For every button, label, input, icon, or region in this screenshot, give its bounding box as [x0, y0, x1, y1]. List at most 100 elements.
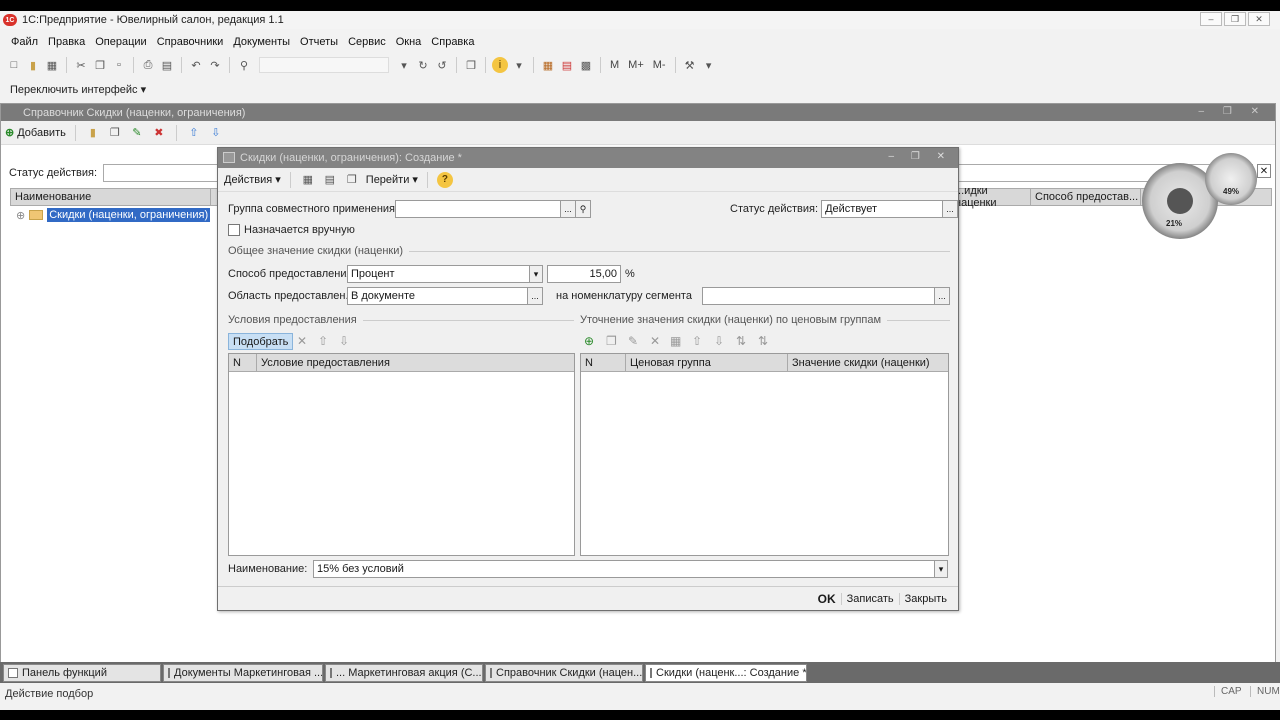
ellipsis-icon[interactable]: ... — [560, 200, 576, 218]
pick-button[interactable]: Подобрать — [228, 333, 294, 350]
method-select[interactable]: Процент — [347, 265, 530, 283]
ok-button[interactable]: OK — [813, 592, 841, 606]
move-down-icon[interactable]: ⇩ — [208, 125, 224, 141]
save-icon[interactable]: ▦ — [44, 57, 60, 73]
constants-icon[interactable]: ▩ — [578, 57, 594, 73]
memory-minus-button[interactable]: M- — [650, 59, 669, 71]
conditions-col-condition[interactable]: Условие предоставления — [257, 354, 574, 371]
column-discount-header[interactable]: ...идки наценки — [951, 185, 1031, 209]
find-prev-icon[interactable]: ↺ — [434, 57, 450, 73]
info-icon[interactable]: i — [492, 57, 508, 73]
undo-icon[interactable]: ↶ — [188, 57, 204, 73]
calendar-icon[interactable]: ▤ — [559, 57, 575, 73]
ellipsis-icon[interactable]: ... — [527, 287, 543, 305]
goto-menu[interactable]: Перейти ▾ — [366, 173, 418, 186]
close-button[interactable]: Закрыть — [898, 592, 952, 605]
window-controls-icon[interactable]: – ❐ ✕ — [1199, 106, 1267, 117]
move-down-icon[interactable]: ⇩ — [339, 334, 349, 348]
close-icon[interactable]: ✕ — [1248, 12, 1270, 26]
price-groups-table[interactable]: N Ценовая группа Значение скидки (наценк… — [580, 353, 949, 556]
menu-windows[interactable]: Окна — [391, 36, 427, 48]
task-marketing-action[interactable]: ... Маркетинговая акция (С... — [325, 663, 483, 682]
paste-icon[interactable]: ▫ — [111, 57, 127, 73]
expand-icon[interactable]: ⊕ — [16, 209, 25, 222]
goto-icon[interactable]: ❐ — [344, 172, 360, 188]
copy-row-icon[interactable]: ❐ — [606, 334, 617, 348]
dropdown-arrow-icon[interactable]: ▾ — [396, 57, 412, 73]
tools-dropdown-icon[interactable]: ▾ — [701, 57, 717, 73]
chevron-down-icon[interactable]: ▾ — [529, 265, 543, 283]
manual-checkbox[interactable] — [228, 224, 240, 236]
search-input[interactable] — [259, 57, 389, 73]
menu-documents[interactable]: Документы — [228, 36, 295, 48]
area-input[interactable]: В документе — [347, 287, 528, 305]
menu-help[interactable]: Справка — [426, 36, 479, 48]
move-up-icon[interactable]: ⇧ — [186, 125, 202, 141]
memory-button[interactable]: M — [607, 59, 622, 71]
price-col-group[interactable]: Ценовая группа — [626, 354, 788, 371]
delete-row-icon[interactable]: ✕ — [297, 334, 307, 348]
menu-service[interactable]: Сервис — [343, 36, 391, 48]
column-method-header[interactable]: Способ предостав... — [1031, 189, 1141, 205]
task-catalog-discounts[interactable]: Справочник Скидки (нацен... — [485, 663, 643, 682]
minimize-icon[interactable]: – — [1200, 12, 1222, 26]
move-up-icon[interactable]: ⇧ — [692, 334, 702, 348]
move-up-icon[interactable]: ⇧ — [318, 334, 328, 348]
conditions-col-n[interactable]: N — [229, 354, 257, 371]
copy-item-icon[interactable]: ❐ — [107, 125, 123, 141]
save-record-icon[interactable]: ▦ — [300, 172, 316, 188]
preview-icon[interactable]: ▤ — [159, 57, 175, 73]
memory-plus-button[interactable]: M+ — [625, 59, 647, 71]
windows-icon[interactable]: ❐ — [463, 57, 479, 73]
add-button[interactable]: ⊕ Добавить — [5, 126, 66, 140]
find-icon[interactable]: ⚲ — [236, 57, 252, 73]
menu-file[interactable]: Файл — [6, 36, 43, 48]
nomenclature-input[interactable] — [702, 287, 935, 305]
add-row-icon[interactable]: ⊕ — [584, 334, 594, 348]
calculator-icon[interactable]: ▦ — [540, 57, 556, 73]
amount-input[interactable]: 15,00 — [547, 265, 621, 283]
print-icon[interactable]: ⎙ — [140, 57, 156, 73]
end-edit-icon[interactable]: ▦ — [670, 334, 681, 348]
chevron-down-icon[interactable]: ▾ — [934, 560, 948, 578]
move-down-icon[interactable]: ⇩ — [714, 334, 724, 348]
name-input[interactable]: 15% без условий — [313, 560, 935, 578]
conditions-table[interactable]: N Условие предоставления — [228, 353, 575, 556]
manual-checkbox-row[interactable]: Назначается вручную — [228, 224, 355, 236]
delete-icon[interactable]: ✖ — [151, 125, 167, 141]
new-document-icon[interactable]: □ — [6, 57, 22, 73]
close-icon[interactable]: ✕ — [1257, 164, 1271, 178]
group-input[interactable] — [395, 200, 561, 218]
tree-row[interactable]: ⊕ Скидки (наценки, ограничения) — [16, 208, 211, 222]
edit-icon[interactable]: ✎ — [129, 125, 145, 141]
ellipsis-icon[interactable]: ... — [934, 287, 950, 305]
add-group-icon[interactable]: ▮ — [85, 125, 101, 141]
menu-operations[interactable]: Операции — [90, 36, 151, 48]
save-button[interactable]: Записать — [840, 592, 899, 605]
actions-menu[interactable]: Действия ▾ — [224, 173, 281, 186]
menu-catalogs[interactable]: Справочники — [152, 36, 229, 48]
help-icon[interactable]: ? — [436, 171, 453, 188]
sort-asc-icon[interactable]: ⇅ — [736, 334, 746, 348]
redo-icon[interactable]: ↷ — [207, 57, 223, 73]
column-name-header[interactable]: Наименование — [11, 189, 211, 205]
dialog-window-controls-icon[interactable]: – ❐ ✕ — [889, 151, 952, 162]
restore-icon[interactable]: ❐ — [1224, 12, 1246, 26]
switch-interface-menu[interactable]: Переключить интерфейс ▾ — [10, 83, 146, 96]
ellipsis-icon[interactable]: ... — [942, 200, 959, 218]
menu-edit[interactable]: Правка — [43, 36, 90, 48]
info-dropdown-icon[interactable]: ▾ — [511, 57, 527, 73]
open-folder-icon[interactable]: ▮ — [25, 57, 41, 73]
find-next-icon[interactable]: ↻ — [415, 57, 431, 73]
structure-icon[interactable]: ▤ — [322, 172, 338, 188]
copy-icon[interactable]: ❐ — [92, 57, 108, 73]
menu-reports[interactable]: Отчеты — [295, 36, 343, 48]
tools-icon[interactable]: ⚒ — [682, 57, 698, 73]
cut-icon[interactable]: ✂ — [73, 57, 89, 73]
delete-row-icon[interactable]: ✕ — [650, 334, 660, 348]
sort-desc-icon[interactable]: ⇅ — [758, 334, 768, 348]
price-col-n[interactable]: N — [581, 354, 626, 371]
task-documents-marketing[interactable]: Документы Маркетинговая ... — [163, 663, 323, 682]
status-input[interactable]: Действует — [821, 200, 944, 218]
edit-row-icon[interactable]: ✎ — [628, 334, 638, 348]
